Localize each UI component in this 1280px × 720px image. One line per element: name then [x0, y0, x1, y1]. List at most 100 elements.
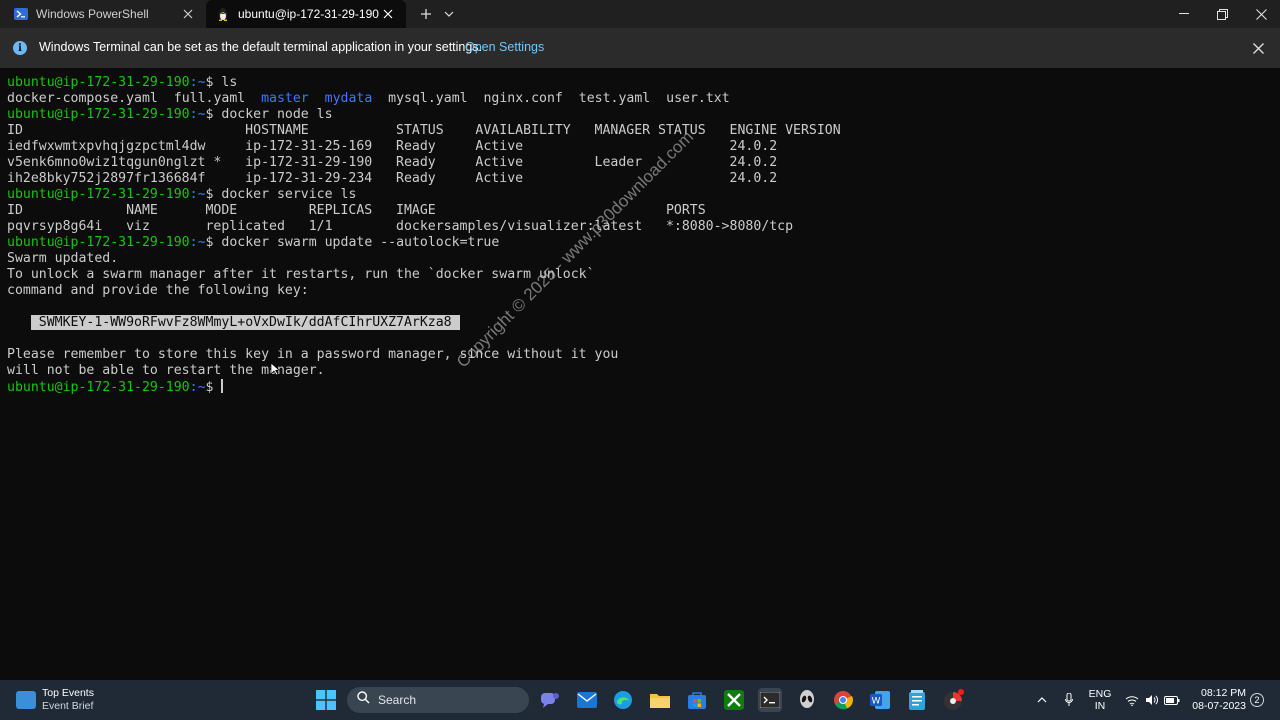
microsoft-store-icon[interactable]	[685, 688, 709, 712]
language-indicator[interactable]: ENG IN	[1086, 680, 1114, 720]
restore-icon[interactable]	[1202, 0, 1242, 28]
close-icon[interactable]	[380, 6, 396, 22]
node-table-row: iedfwxwmtxpvhqjgzpctml4dw ip-172-31-25-1…	[7, 139, 778, 154]
alienware-icon[interactable]	[795, 688, 819, 712]
node-table-header: ID HOSTNAME STATUS AVAILABILITY MANAGER …	[7, 123, 841, 138]
news-widget-icon	[16, 691, 36, 709]
tab-label: Windows PowerShell	[36, 7, 149, 21]
prompt-path: :~	[189, 187, 206, 202]
search-label: Search	[378, 693, 417, 707]
directory-entry: master	[261, 91, 309, 106]
terminal-output[interactable]: ubuntu@ip-172-31-29-190:~$ ls docker-com…	[7, 75, 1273, 675]
system-clock[interactable]: 08:12 PM 08-07-2023	[1186, 687, 1246, 713]
command-text: docker node ls	[221, 107, 333, 122]
word-icon[interactable]: W	[868, 688, 892, 712]
unlock-key-selection[interactable]: SWMKEY-1-WW9oRFwvFz8WMmyL+oVxDwIk/ddAfCI…	[30, 315, 460, 330]
region-code: IN	[1094, 700, 1106, 712]
teams-chat-icon[interactable]	[538, 688, 562, 712]
directory-entry: mydata	[324, 91, 373, 106]
clock-date: 08-07-2023	[1192, 700, 1246, 712]
prompt-path: :~	[189, 107, 206, 122]
info-icon: i	[13, 41, 27, 55]
text-cursor	[221, 379, 224, 393]
prompt-user: ubuntu@ip-172-31-29-190	[7, 187, 190, 202]
xbox-icon[interactable]	[722, 688, 746, 712]
ls-output: docker-compose.yaml full.yaml master myd…	[7, 91, 1273, 107]
news-widget[interactable]: Top Events Event Brief	[16, 686, 94, 714]
tab-label: ubuntu@ip-172-31-29-190: ~	[238, 7, 380, 21]
prompt-symbol: $	[205, 187, 222, 202]
prompt-symbol: $	[205, 380, 222, 395]
widget-title: Top Events	[42, 687, 94, 699]
close-icon[interactable]	[1250, 40, 1266, 56]
prompt-symbol: $	[205, 235, 222, 250]
prompt-path: :~	[189, 235, 206, 250]
edge-browser-icon[interactable]	[611, 688, 635, 712]
chevron-up-icon[interactable]	[1032, 680, 1052, 720]
language-code: ENG	[1088, 688, 1112, 700]
file-entry: nginx.conf	[483, 91, 563, 106]
service-table-row: pqvrsyp8g64i viz replicated 1/1 dockersa…	[7, 219, 794, 234]
new-tab-plus-icon[interactable]	[416, 4, 436, 24]
output-line: will not be able to restart the manager.	[7, 363, 325, 378]
prompt-user: ubuntu@ip-172-31-29-190	[7, 380, 190, 395]
file-entry: docker-compose.yaml	[7, 91, 158, 106]
command-text: docker swarm update --autolock=true	[221, 235, 500, 250]
prompt-line: ubuntu@ip-172-31-29-190:~$ docker node l…	[7, 107, 1273, 123]
prompt-symbol: $	[205, 75, 222, 90]
recording-app-icon[interactable]	[942, 688, 966, 712]
file-entry: mysql.yaml	[388, 91, 468, 106]
notification-badge[interactable]: 2	[1250, 693, 1264, 707]
mail-icon[interactable]	[575, 688, 599, 712]
chrome-icon[interactable]	[831, 688, 855, 712]
window-close-icon[interactable]	[1241, 0, 1280, 28]
file-entry: user.txt	[666, 91, 730, 106]
file-explorer-icon[interactable]	[648, 688, 672, 712]
output-line: To unlock a swarm manager after it resta…	[7, 267, 595, 282]
prompt-line: ubuntu@ip-172-31-29-190:~$ docker swarm …	[7, 235, 1273, 251]
notepad-icon[interactable]	[905, 688, 929, 712]
svg-text:W: W	[872, 697, 881, 707]
mouse-ibeam-cursor-icon	[270, 362, 280, 376]
prompt-user: ubuntu@ip-172-31-29-190	[7, 75, 190, 90]
command-text: docker service ls	[221, 187, 357, 202]
tab-ubuntu-ssh[interactable]: ubuntu@ip-172-31-29-190: ~	[206, 0, 406, 28]
linux-penguin-icon	[216, 7, 230, 21]
tab-windows-powershell[interactable]: Windows PowerShell	[0, 0, 206, 28]
windows-start-icon[interactable]	[314, 688, 338, 712]
unlock-key-line: SWMKEY-1-WW9oRFwvFz8WMmyL+oVxDwIk/ddAfCI…	[7, 315, 1273, 331]
tab-bar: Windows PowerShell ubuntu@ip-172-31-29-1…	[0, 0, 1280, 28]
service-table-header: ID NAME MODE REPLICAS IMAGE PORTS	[7, 203, 706, 218]
windows-terminal-icon[interactable]	[758, 688, 782, 712]
infobar-message: Windows Terminal can be set as the defau…	[39, 40, 483, 54]
open-settings-link[interactable]: Open Settings	[465, 40, 544, 54]
windows-taskbar: Top Events Event Brief Search W ENG IN 0…	[0, 680, 1280, 720]
prompt-symbol: $	[205, 107, 222, 122]
volume-icon[interactable]	[1142, 680, 1162, 720]
file-entry: full.yaml	[173, 91, 246, 106]
powershell-icon	[14, 7, 28, 21]
default-terminal-infobar: i Windows Terminal can be set as the def…	[0, 28, 1280, 68]
minimize-icon[interactable]	[1164, 0, 1204, 28]
close-icon[interactable]	[180, 6, 196, 22]
prompt-path: :~	[189, 75, 206, 90]
output-line: Swarm updated.	[7, 251, 119, 266]
prompt-user: ubuntu@ip-172-31-29-190	[7, 235, 190, 250]
prompt-path: :~	[189, 380, 206, 395]
command-text: ls	[221, 75, 238, 90]
prompt-line: ubuntu@ip-172-31-29-190:~$ ls	[7, 75, 1273, 91]
node-table-row: v5enk6mno0wiz1tqgun0nglzt * ip-172-31-29…	[7, 155, 778, 170]
microphone-icon[interactable]	[1060, 680, 1078, 720]
taskbar-search-input[interactable]: Search	[347, 687, 529, 713]
clock-time: 08:12 PM	[1201, 687, 1246, 699]
output-line: Please remember to store this key in a p…	[7, 347, 619, 362]
prompt-user: ubuntu@ip-172-31-29-190	[7, 107, 190, 122]
output-line: command and provide the following key:	[7, 283, 309, 298]
battery-icon[interactable]	[1162, 680, 1182, 720]
search-icon	[357, 691, 370, 709]
chevron-down-icon[interactable]	[441, 4, 457, 24]
widget-subtitle: Event Brief	[42, 700, 94, 712]
wifi-icon[interactable]	[1122, 680, 1142, 720]
